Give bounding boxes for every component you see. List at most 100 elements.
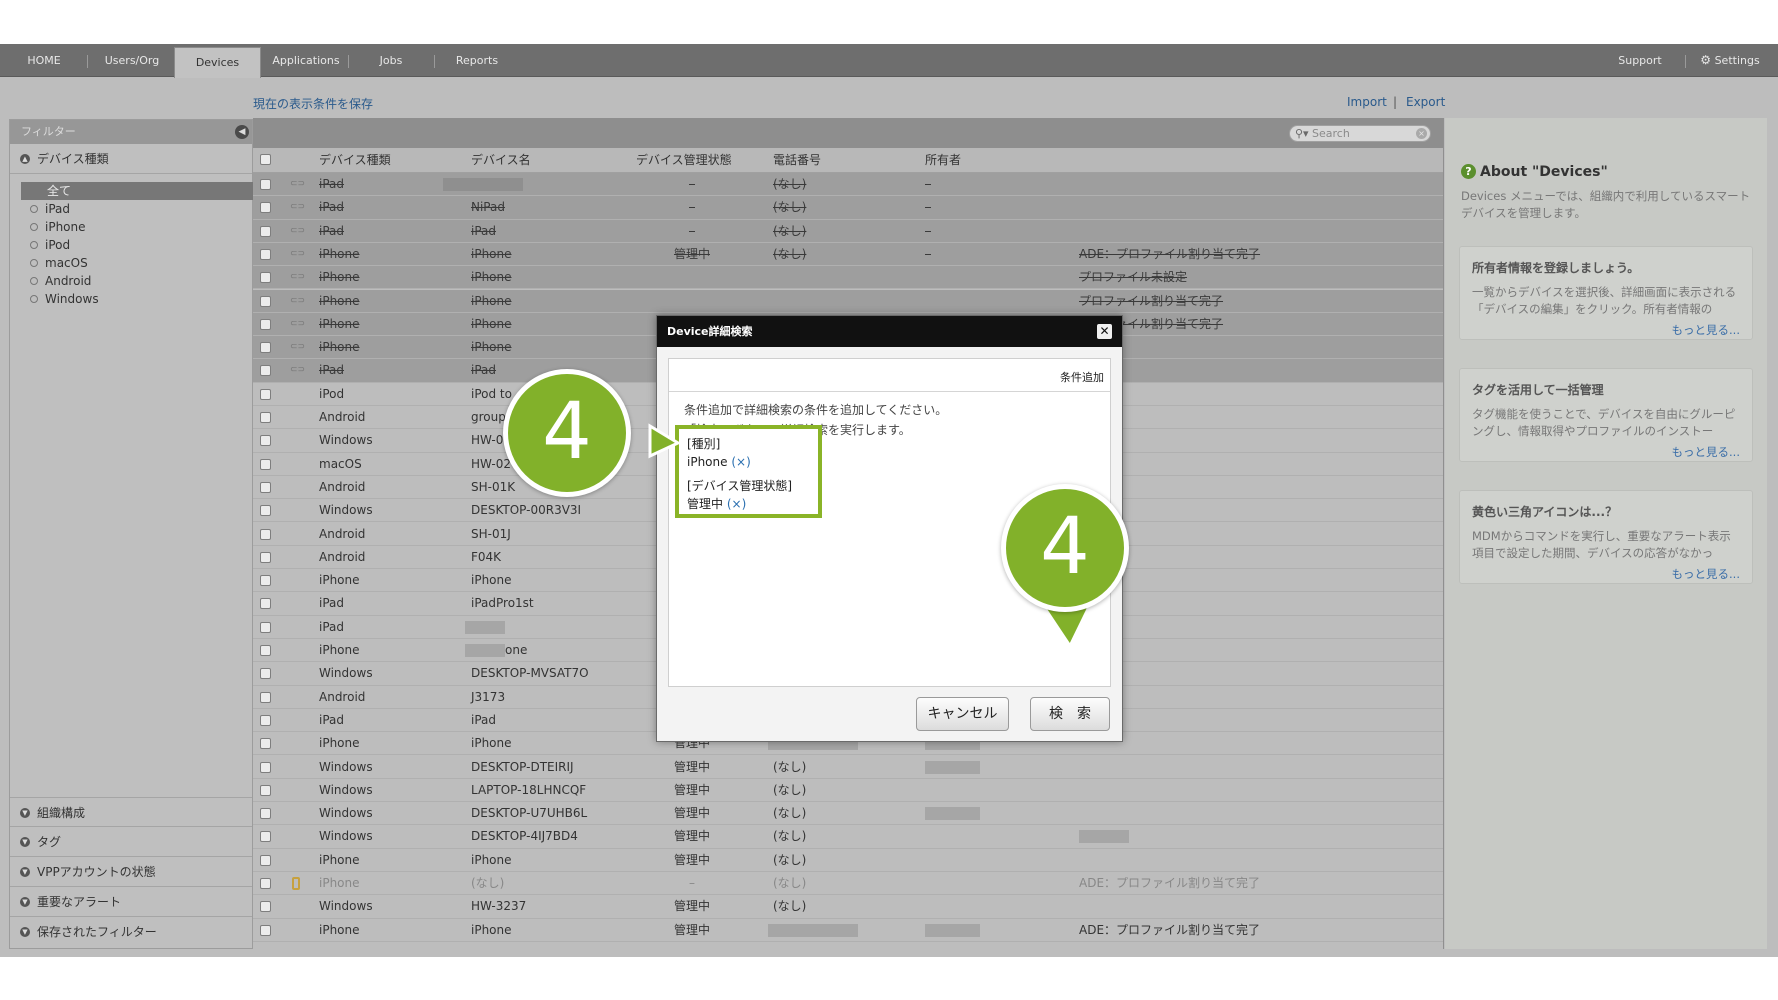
table-row[interactable]: Windows LAPTOP-18LHNCQF 管理中 (なし): [253, 779, 1443, 803]
tab-users-org[interactable]: Users/Org: [97, 44, 167, 77]
remove-condition-button[interactable]: (×): [727, 497, 746, 511]
row-checkbox[interactable]: [260, 528, 271, 540]
row-checkbox[interactable]: [260, 784, 271, 796]
row-checkbox[interactable]: [260, 831, 271, 843]
nav-separator: [87, 55, 88, 68]
row-checkbox[interactable]: [260, 179, 271, 190]
table-row[interactable]: Windows DESKTOP-DTEIRIJ 管理中 (なし): [253, 756, 1443, 779]
col-owner[interactable]: 所有者: [925, 148, 961, 173]
filter-item-ipod[interactable]: iPod: [20, 236, 252, 254]
col-device-type[interactable]: デバイス種類: [319, 148, 391, 173]
collapse-icon[interactable]: ◀: [235, 125, 249, 139]
row-checkbox[interactable]: [260, 761, 271, 773]
condition-label: [デバイス管理状態]: [687, 479, 793, 493]
table-row[interactable]: ⊂⊃ iPhone iPhone プロファイル未設定: [253, 266, 1443, 290]
row-checkbox[interactable]: [260, 505, 271, 517]
table-row[interactable]: ⊂⊃ iPad iPad – (なし) –: [253, 219, 1443, 243]
row-checkbox[interactable]: [260, 924, 271, 936]
row-checkbox[interactable]: [260, 598, 271, 610]
table-row[interactable]: Windows HW-3237 管理中 (なし): [253, 895, 1443, 919]
filter-label: iPad: [45, 202, 71, 216]
section-alerts[interactable]: ▼ 重要なアラート: [10, 887, 252, 917]
search-input[interactable]: ⚲▾ Search ×: [1289, 125, 1431, 142]
table-row[interactable]: iPhone iPhone 管理中 ADE：プロファイル割り当て完了: [253, 919, 1443, 942]
more-link[interactable]: もっと見る...: [1472, 322, 1740, 338]
clear-icon[interactable]: ×: [1416, 128, 1427, 139]
import-link[interactable]: Import: [1347, 95, 1387, 109]
table-row[interactable]: ⊂⊃ iPad NiPad – (なし) –: [253, 196, 1443, 220]
row-checkbox[interactable]: [260, 551, 271, 563]
more-link[interactable]: もっと見る...: [1472, 566, 1740, 582]
filter-item-android[interactable]: Android: [20, 272, 252, 290]
row-checkbox[interactable]: [260, 854, 271, 866]
tab-devices[interactable]: Devices: [174, 47, 261, 78]
tab-reports[interactable]: Reports: [444, 44, 510, 77]
export-link[interactable]: Export: [1406, 95, 1445, 109]
tab-home[interactable]: HOME: [14, 44, 74, 77]
row-checkbox[interactable]: [260, 621, 271, 633]
row-checkbox[interactable]: [260, 738, 271, 750]
settings-link[interactable]: ⚙ Settings: [1695, 44, 1765, 77]
section-tag[interactable]: ▼ タグ: [10, 827, 252, 857]
row-checkbox[interactable]: [260, 248, 271, 260]
table-row[interactable]: Windows DESKTOP-4IJ7BD4 管理中 (なし): [253, 825, 1443, 849]
table-row[interactable]: iPhone (なし) – (なし) ADE：プロファイル割り当て完了: [253, 872, 1443, 896]
filter-item-ipad[interactable]: iPad: [20, 200, 252, 218]
row-checkbox[interactable]: [260, 458, 271, 470]
row-checkbox[interactable]: [260, 668, 271, 680]
row-checkbox[interactable]: [260, 714, 271, 726]
filter-item-windows[interactable]: Windows: [20, 290, 252, 308]
col-management-state[interactable]: デバイス管理状態: [636, 148, 732, 173]
col-device-name[interactable]: デバイス名: [471, 148, 531, 173]
row-checkbox[interactable]: [260, 295, 271, 307]
search-button[interactable]: 検 索: [1030, 697, 1110, 731]
row-checkbox[interactable]: [260, 645, 271, 656]
table-toolbar: ⚲▾ Search ×: [253, 118, 1443, 148]
select-all-checkbox[interactable]: [260, 154, 271, 165]
row-checkbox[interactable]: [260, 481, 271, 493]
redacted-block: [925, 807, 980, 821]
redacted-block: [1079, 830, 1129, 844]
section-saved-filters[interactable]: ▼ 保存されたフィルター: [10, 917, 252, 947]
table-row[interactable]: Windows DESKTOP-U7UHB6L 管理中 (なし): [253, 802, 1443, 826]
remove-condition-button[interactable]: (×): [731, 455, 750, 469]
row-checkbox[interactable]: [260, 808, 271, 820]
cancel-button[interactable]: キャンセル: [916, 697, 1009, 731]
condition-value: 管理中 (×): [687, 495, 810, 513]
tab-applications[interactable]: Applications: [268, 44, 344, 77]
section-device-type[interactable]: ▲ デバイス種類: [10, 144, 252, 174]
row-checkbox[interactable]: [260, 575, 271, 587]
save-condition-link[interactable]: 現在の表示条件を保存: [253, 95, 373, 112]
row-checkbox[interactable]: [260, 202, 271, 214]
cell-management-state: 管理中: [673, 782, 710, 797]
table-row[interactable]: ⊂⊃ iPhone iPhone 管理中 (なし) – ADE：プロファイル割り当て完了: [253, 242, 1443, 267]
table-row[interactable]: iPhone iPhone 管理中 (なし): [253, 849, 1443, 872]
cell-device-type: iPod: [319, 386, 345, 401]
add-condition-button[interactable]: 条件追加: [1060, 369, 1104, 385]
section-vpp[interactable]: ▼ VPPアカウントの状態: [10, 857, 252, 887]
row-checkbox[interactable]: [260, 342, 271, 354]
table-row[interactable]: ⊂⊃ iPhone iPhone プロファイル割り当て完了: [253, 289, 1443, 313]
cell-owner: –: [925, 223, 931, 238]
more-link[interactable]: もっと見る...: [1472, 444, 1740, 460]
row-checkbox[interactable]: [260, 691, 271, 703]
filter-item-macos[interactable]: macOS: [20, 254, 252, 272]
row-checkbox[interactable]: [260, 878, 271, 889]
row-checkbox[interactable]: [260, 318, 271, 330]
filter-item-all[interactable]: 全て: [21, 182, 261, 200]
row-checkbox[interactable]: [260, 225, 271, 237]
row-checkbox[interactable]: [260, 365, 271, 377]
row-checkbox[interactable]: [260, 272, 271, 284]
tab-jobs[interactable]: Jobs: [358, 44, 424, 77]
col-phone[interactable]: 電話番号: [773, 148, 821, 173]
section-org[interactable]: ▼ 組織構成: [10, 797, 252, 827]
row-checkbox[interactable]: [260, 435, 271, 447]
cell-device-name: iPhone: [471, 573, 512, 588]
filter-item-iphone[interactable]: iPhone: [20, 218, 252, 236]
row-checkbox[interactable]: [260, 901, 271, 913]
row-checkbox[interactable]: [260, 412, 271, 423]
table-row[interactable]: ⊂⊃ iPad – (なし) –: [253, 173, 1443, 197]
support-link[interactable]: Support: [1605, 44, 1675, 77]
close-icon[interactable]: ✕: [1097, 324, 1112, 339]
row-checkbox[interactable]: [260, 388, 271, 400]
